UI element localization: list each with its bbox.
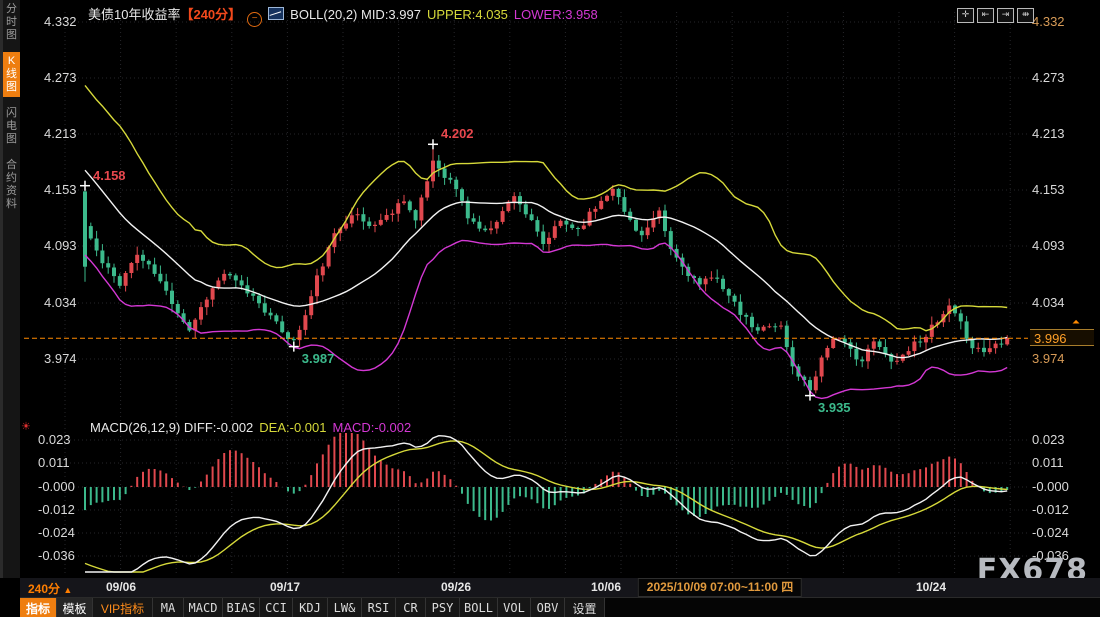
chart-tool-icons: ✛⇤⇥⇻	[954, 4, 1034, 23]
macd-axis-label-right: 0.011	[1032, 455, 1064, 470]
toolbar-button-bias[interactable]: BIAS	[223, 598, 260, 617]
sidebar-tab-char: 闪	[3, 107, 20, 120]
sidebar-tab-char: 图	[3, 29, 20, 42]
instrument-title: 美债10年收益率	[88, 7, 180, 22]
price-panel-header: 美债10年收益率【240分】− BOLL(20,2) MID:3.997 UPPER…	[88, 4, 598, 27]
sidebar-tab-char: 资	[3, 185, 20, 198]
sidebar-tab-char: 图	[3, 81, 20, 94]
boll-mid-legend: BOLL(20,2) MID:3.997	[290, 7, 421, 22]
macd-macd-legend: MACD:-0.002	[332, 420, 411, 435]
price-axis-label-right: 4.034	[1032, 295, 1065, 310]
boll-upper-legend: UPPER:4.035	[427, 7, 508, 22]
macd-dea-legend: DEA:-0.001	[259, 420, 326, 435]
price-annotation: 4.202	[441, 126, 474, 141]
chart-type-sidebar: 分时图K线图闪电图合约资料	[0, 0, 20, 578]
time-axis: 240分 ▲ 09/06 09/17 09/26 10/06 10/24 2025/10/…	[20, 578, 1100, 597]
price-axis-label-left: 3.974	[44, 351, 77, 366]
price-marker-icon: ⏶	[1072, 319, 1080, 327]
period-tag: 【240分】	[180, 7, 241, 22]
pan-right-icon[interactable]: ⇻	[1017, 8, 1034, 23]
candlestick-chart[interactable]	[0, 0, 1100, 578]
current-price-value: 3.996	[1034, 331, 1067, 346]
price-axis-label-left: 4.153	[44, 182, 77, 197]
macd-axis-label-left: -0.024	[38, 525, 75, 540]
chart-icon[interactable]	[268, 7, 284, 20]
macd-panel-header: MACD(26,12,9) DIFF:-0.002 DEA:-0.001 MACD:…	[90, 420, 411, 435]
price-axis-label-left: 4.332	[44, 14, 77, 29]
toolbar-button-cci[interactable]: CCI	[260, 598, 293, 617]
price-axis-label-left: 4.034	[44, 295, 77, 310]
sidebar-tab-char: 分	[3, 3, 20, 16]
sidebar-tab-4[interactable]: 合约资料	[3, 156, 20, 214]
toolbar-button-boll[interactable]: BOLL	[460, 598, 498, 617]
price-axis-label-right: 4.153	[1032, 182, 1065, 197]
price-annotation: 3.987	[302, 351, 335, 366]
toolbar-button-obv[interactable]: OBV	[531, 598, 565, 617]
sidebar-tab-3[interactable]: 闪电图	[3, 104, 20, 149]
toolbar-button-rsi[interactable]: RSI	[362, 598, 396, 617]
price-axis-label-left: 4.093	[44, 238, 77, 253]
price-annotation: 3.935	[818, 400, 851, 415]
macd-axis-label-right: -0.000	[1032, 479, 1069, 494]
sidebar-tab-char: 线	[3, 68, 20, 81]
toolbar-button-vipxx[interactable]: VIP指标	[93, 598, 153, 617]
toolbar-button-psy[interactable]: PSY	[426, 598, 460, 617]
macd-axis-label-right: 0.023	[1032, 432, 1065, 447]
macd-axis-label-left: 0.011	[38, 455, 70, 470]
toolbar-button-macd[interactable]: MACD	[184, 598, 223, 617]
price-axis-label-right: 3.974	[1032, 351, 1065, 366]
sidebar-tab-char: 电	[3, 120, 20, 133]
price-axis-label-right: 4.332	[1032, 14, 1065, 29]
period-arrow-icon: ▲	[63, 585, 72, 595]
period-selector[interactable]: 240分 ▲	[28, 580, 72, 597]
macd-axis-label-left: -0.036	[38, 548, 75, 563]
sidebar-tab-char: 约	[3, 172, 20, 185]
selected-candle-time-badge: 2025/10/09 07:00~11:00 四	[638, 578, 802, 597]
price-axis-label-right: 4.273	[1032, 70, 1065, 85]
trading-app-window: 分时图K线图闪电图合约资料 美债10年收益率【240分】−BOLL(20,2) …	[0, 0, 1100, 617]
time-tick-label: 10/06	[591, 580, 621, 594]
time-tick-label: 09/06	[106, 580, 136, 594]
chart-region[interactable]: 美债10年收益率【240分】− BOLL(20,2) MID:3.997 UPPER…	[0, 0, 1100, 578]
macd-axis-label-left: -0.000	[38, 479, 75, 494]
toolbar-button-vol[interactable]: VOL	[498, 598, 531, 617]
toolbar-button-xx[interactable]: 指标	[20, 598, 57, 617]
sidebar-tab-char: K	[3, 55, 20, 68]
price-axis-label-right: 4.093	[1032, 238, 1065, 253]
collapse-icon[interactable]: −	[247, 12, 262, 27]
macd-axis-label-left: -0.012	[38, 502, 75, 517]
toolbar-button-kdj[interactable]: KDJ	[293, 598, 328, 617]
macd-axis-label-left: 0.023	[38, 432, 71, 447]
sidebar-tab-char: 料	[3, 198, 20, 211]
price-axis-label-right: 4.213	[1032, 126, 1065, 141]
macd-axis-label-right: -0.012	[1032, 502, 1069, 517]
toolbar-button-xx[interactable]: 模板	[57, 598, 93, 617]
time-tick-label: 10/24	[916, 580, 946, 594]
price-axis-label-left: 4.273	[44, 70, 77, 85]
toolbar-button-xx[interactable]: 设置	[565, 598, 605, 617]
compress-left-icon[interactable]: ⇤	[977, 8, 994, 23]
sidebar-tab-char: 图	[3, 133, 20, 146]
sidebar-tab-char: 合	[3, 159, 20, 172]
alert-icon[interactable]: ☀	[21, 420, 31, 433]
sidebar-tab-2[interactable]: K线图	[3, 52, 20, 97]
macd-axis-label-right: -0.024	[1032, 525, 1069, 540]
time-tick-label: 09/17	[270, 580, 300, 594]
compress-right-icon[interactable]: ⇥	[997, 8, 1014, 23]
current-price-tag: 3.996	[1030, 329, 1094, 346]
toolbar-button-cr[interactable]: CR	[396, 598, 426, 617]
price-annotation: 4.158	[93, 168, 126, 183]
crosshair-icon[interactable]: ✛	[957, 8, 974, 23]
toolbar-button-ma[interactable]: MA	[153, 598, 184, 617]
price-axis-label-left: 4.213	[44, 126, 77, 141]
sidebar-tab-char: 时	[3, 16, 20, 29]
time-tick-label: 09/26	[441, 580, 471, 594]
macd-diff-legend: MACD(26,12,9) DIFF:-0.002	[90, 420, 253, 435]
toolbar-button-lwx[interactable]: LW&	[328, 598, 362, 617]
sidebar-tab-1[interactable]: 分时图	[3, 0, 20, 45]
indicator-toolbar: 指标模板VIP指标MAMACDBIASCCIKDJLW&RSICRPSYBOLL…	[20, 597, 1100, 617]
boll-lower-legend: LOWER:3.958	[514, 7, 598, 22]
